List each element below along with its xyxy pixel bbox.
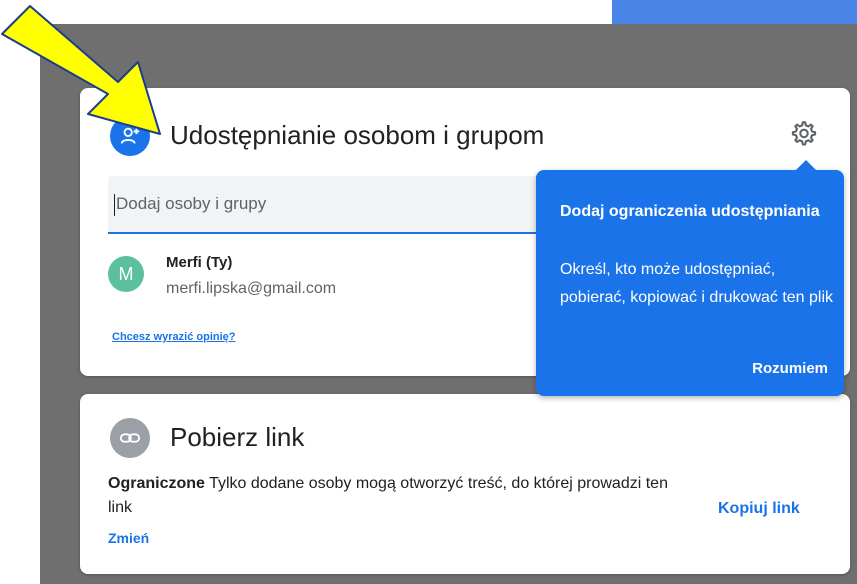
user-email: merfi.lipska@gmail.com (166, 280, 337, 297)
access-level-label: Ograniczone (108, 475, 205, 492)
tooltip-body: Określ, kto może udostępniać, pobierać, … (560, 261, 834, 306)
gear-icon[interactable] (790, 120, 818, 148)
background-tab (612, 0, 857, 24)
tooltip-title: Dodaj ograniczenia udostępniania (560, 203, 820, 220)
got-it-button[interactable]: Rozumiem (752, 360, 828, 377)
add-people-placeholder: Dodaj osoby i grupy (116, 194, 267, 213)
yellow-arrow-icon (1, 5, 161, 135)
change-access-button[interactable]: Zmień (108, 530, 149, 546)
access-description: Ograniczone Tylko dodane osoby mogą otwo… (108, 472, 668, 520)
feedback-link[interactable]: Chcesz wyrazić opinię? (112, 331, 235, 343)
share-dialog-title: Udostępnianie osobom i grupom (170, 120, 545, 150)
sharing-restrictions-tooltip: Dodaj ograniczenia udostępniania Określ,… (536, 160, 844, 396)
avatar: M (108, 256, 144, 292)
user-name: Merfi (Ty) (166, 254, 233, 271)
text-caret (114, 194, 115, 216)
add-people-input[interactable]: Dodaj osoby i grupy (108, 176, 548, 234)
link-icon (110, 418, 150, 458)
copy-link-button[interactable]: Kopiuj link (718, 500, 800, 518)
get-link-card: Pobierz link Ograniczone Tylko dodane os… (80, 394, 850, 574)
get-link-title: Pobierz link (170, 422, 305, 452)
